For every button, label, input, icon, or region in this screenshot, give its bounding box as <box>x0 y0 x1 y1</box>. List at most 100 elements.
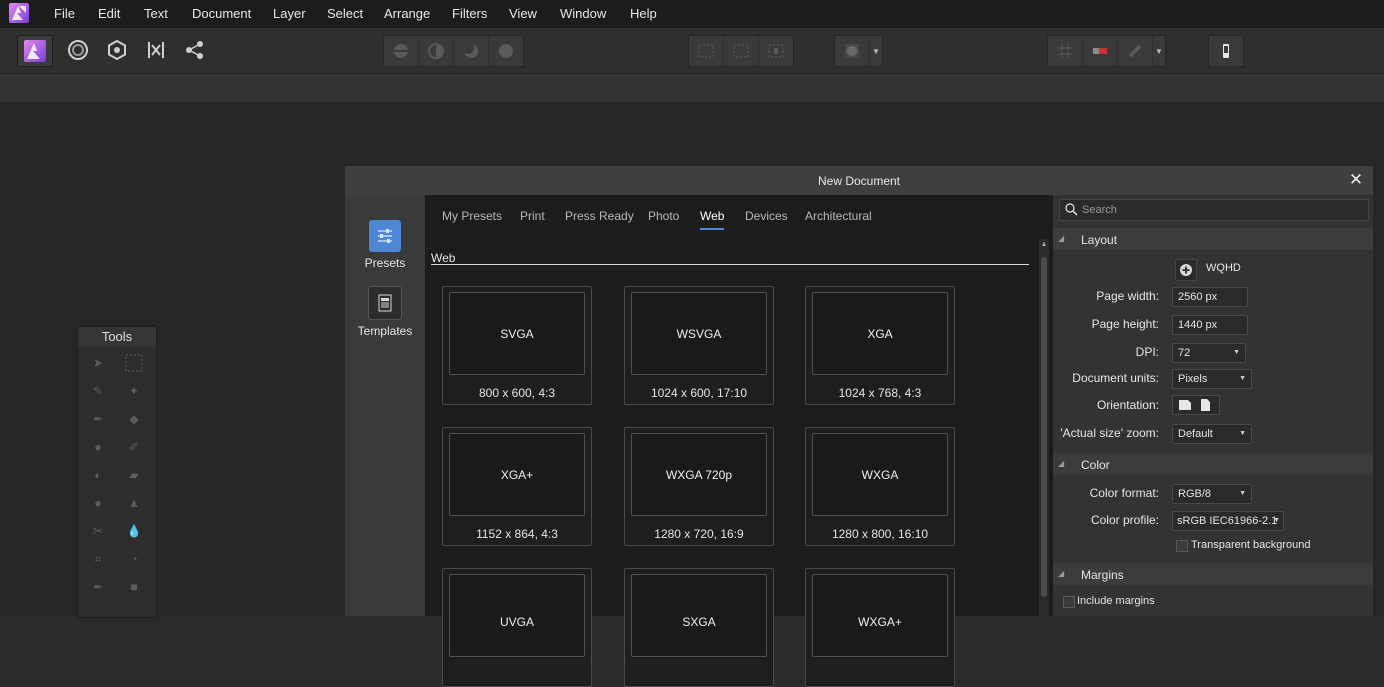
include-margins-checkbox[interactable] <box>1063 596 1075 608</box>
fill-tool-icon[interactable]: ◆ <box>124 409 144 429</box>
phone-preview-icon[interactable] <box>1209 36 1243 66</box>
full-circle-icon[interactable] <box>489 36 523 66</box>
layout-section-label: Layout <box>1081 233 1118 247</box>
color-format-dropdown[interactable]: RGB/8 ▼ <box>1172 484 1252 504</box>
selection-brush-tool-icon[interactable]: ✎ <box>88 381 108 401</box>
tab-devices[interactable]: Devices <box>745 209 788 223</box>
subtract-selection-icon[interactable] <box>759 36 793 66</box>
tone-mapping-persona-icon[interactable] <box>139 35 173 65</box>
preset-size: 1024 x 600, 17:10 <box>650 386 748 400</box>
snapping-magnet-icon[interactable] <box>1118 36 1153 66</box>
crop-tool-icon[interactable]: ⌗ <box>88 549 108 569</box>
color-format-label: Color format: <box>1089 486 1159 500</box>
export-persona-icon[interactable] <box>178 35 212 65</box>
color-profile-dropdown[interactable]: sRGB IEC61966-2.1 ▼ <box>1172 511 1284 531</box>
contrast-icon[interactable] <box>419 36 454 66</box>
tab-web[interactable]: Web <box>700 209 724 223</box>
preset-name-text: UVGA <box>499 615 534 629</box>
blemish-removal-tool-icon[interactable]: ● <box>88 493 108 513</box>
new-document-dialog: New Document ✕ Presets Templates My Pres… <box>345 166 1373 687</box>
preset-card[interactable]: UVGA <box>442 568 592 687</box>
preset-size: 1024 x 768, 4:3 <box>838 386 922 400</box>
menu-edit[interactable]: Edit <box>98 6 120 21</box>
develop-persona-icon[interactable] <box>100 35 134 65</box>
scroll-up-arrow-icon[interactable]: ▲ <box>1039 241 1049 251</box>
flood-select-tool-icon[interactable]: ✦ <box>124 381 144 401</box>
menu-text[interactable]: Text <box>144 6 168 21</box>
preset-card[interactable]: SVGA 800 x 600, 4:3 <box>442 286 592 405</box>
quick-mask-icon[interactable] <box>384 36 419 66</box>
marquee-icon[interactable] <box>689 36 724 66</box>
dpi-dropdown[interactable]: 72 ▼ <box>1172 343 1246 363</box>
rectangle-tool-icon[interactable]: ■ <box>124 577 144 597</box>
add-preset-button[interactable] <box>1175 259 1197 281</box>
color-picker-tool-icon[interactable]: ✒ <box>88 409 108 429</box>
gradient-tool-icon[interactable]: ● <box>88 437 108 457</box>
shadow-icon[interactable] <box>454 36 489 66</box>
clone-brush-tool-icon[interactable]: ▲ <box>124 493 144 513</box>
snapping-dropdown-arrow-icon[interactable]: ▼ <box>1153 36 1165 66</box>
tab-print[interactable]: Print <box>520 209 545 223</box>
landscape-icon[interactable] <box>1178 399 1192 411</box>
color-section-header[interactable]: ◢ Color <box>1053 453 1373 475</box>
menu-view[interactable]: View <box>509 6 537 21</box>
snapping-group: ▼ <box>1047 35 1166 67</box>
mask-icon[interactable] <box>835 36 870 66</box>
dodge-tool-icon[interactable]: ◐ <box>88 465 108 485</box>
portrait-icon[interactable] <box>1200 398 1211 412</box>
move-tool-icon[interactable]: ➤ <box>88 353 108 373</box>
paint-brush-tool-icon[interactable]: ✐ <box>124 437 144 457</box>
mask-dropdown-arrow-icon[interactable]: ▼ <box>870 36 882 66</box>
preset-card[interactable]: WXGA 1280 x 800, 16:10 <box>805 427 955 546</box>
nav-templates[interactable]: Templates <box>345 286 425 338</box>
red-eye-tool-icon[interactable]: ✂ <box>88 521 108 541</box>
preset-card[interactable]: XGA+ 1152 x 864, 4:3 <box>442 427 592 546</box>
tab-architectural[interactable]: Architectural <box>805 209 872 223</box>
menu-document[interactable]: Document <box>192 6 251 21</box>
section-divider <box>431 264 1029 265</box>
menu-filters[interactable]: Filters <box>452 6 487 21</box>
menu-window[interactable]: Window <box>560 6 606 21</box>
preset-name-text: WXGA+ <box>858 615 902 629</box>
actual-size-zoom-dropdown[interactable]: Default ▼ <box>1172 424 1252 444</box>
grid-icon[interactable] <box>1048 36 1083 66</box>
page-height-field[interactable]: 1440 px <box>1172 315 1248 335</box>
tab-press-ready[interactable]: Press Ready <box>565 209 634 223</box>
menu-arrange[interactable]: Arrange <box>384 6 430 21</box>
affinity-photo-logo-icon[interactable] <box>8 2 30 24</box>
document-units-dropdown[interactable]: Pixels ▼ <box>1172 369 1252 389</box>
blur-brush-tool-icon[interactable]: 💧 <box>124 521 144 541</box>
page-width-field[interactable]: 2560 px <box>1172 287 1248 307</box>
preset-name: XGA <box>812 292 948 375</box>
margins-section-header[interactable]: ◢ Margins <box>1053 563 1373 585</box>
preset-card[interactable]: WXGA+ <box>805 568 955 687</box>
menu-file[interactable]: File <box>54 6 75 21</box>
rectangular-marquee-tool-icon[interactable] <box>124 353 144 373</box>
preset-card[interactable]: XGA 1024 x 768, 4:3 <box>805 286 955 405</box>
search-icon <box>1065 203 1078 216</box>
preset-card[interactable]: WSVGA 1024 x 600, 17:10 <box>624 286 774 405</box>
pen-tool-icon[interactable]: ✒ <box>88 577 108 597</box>
layout-section-header[interactable]: ◢ Layout <box>1053 228 1373 250</box>
page-height-label: Page height: <box>1091 317 1159 331</box>
smudge-tool-icon[interactable]: ◔ <box>124 549 144 569</box>
close-icon[interactable]: ✕ <box>1347 170 1365 190</box>
preset-card[interactable]: WXGA 720p 1280 x 720, 16:9 <box>624 427 774 546</box>
add-selection-icon[interactable] <box>724 36 759 66</box>
menu-layer[interactable]: Layer <box>273 6 306 21</box>
page-height-value: 1440 px <box>1178 319 1218 331</box>
photo-persona-icon[interactable] <box>17 35 53 67</box>
erase-brush-tool-icon[interactable]: ▰ <box>124 465 144 485</box>
dpi-value: 72 <box>1178 347 1191 359</box>
tab-my-presets[interactable]: My Presets <box>442 209 502 223</box>
liquify-persona-icon[interactable] <box>61 35 95 65</box>
preset-card[interactable]: SXGA <box>624 568 774 687</box>
nav-presets[interactable]: Presets <box>345 220 425 270</box>
menu-help[interactable]: Help <box>630 6 657 21</box>
transparent-background-checkbox[interactable] <box>1176 540 1188 552</box>
tab-photo[interactable]: Photo <box>648 209 679 223</box>
menu-select[interactable]: Select <box>327 6 363 21</box>
search-input[interactable]: Search <box>1059 199 1369 221</box>
document-units-label: Document units: <box>1072 371 1159 385</box>
assistant-icon[interactable] <box>1083 36 1118 66</box>
